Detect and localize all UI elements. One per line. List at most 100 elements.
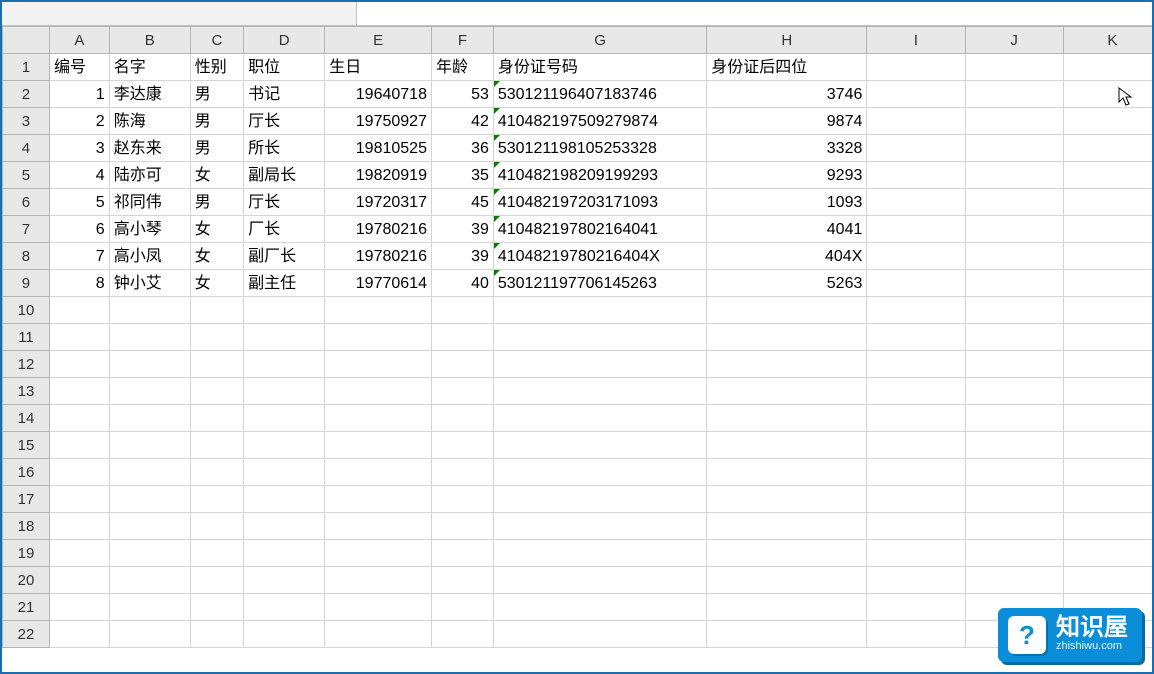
col-header-I[interactable]: I xyxy=(867,27,965,54)
row-header-21[interactable]: 21 xyxy=(3,594,50,621)
cell-A9[interactable]: 8 xyxy=(49,270,109,297)
cell-E21[interactable] xyxy=(325,594,432,621)
cell-F8[interactable]: 39 xyxy=(431,243,493,270)
cell-J5[interactable] xyxy=(965,162,1063,189)
spreadsheet-grid[interactable]: ABCDEFGHIJK1编号名字性别职位生日年龄身份证号码身份证后四位21李达康… xyxy=(2,26,1152,672)
select-all-corner[interactable] xyxy=(3,27,50,54)
row-header-3[interactable]: 3 xyxy=(3,108,50,135)
cell-B15[interactable] xyxy=(109,432,190,459)
cell-C14[interactable] xyxy=(190,405,243,432)
cell-E8[interactable]: 19780216 xyxy=(325,243,432,270)
cell-K19[interactable] xyxy=(1063,540,1152,567)
cell-D21[interactable] xyxy=(244,594,325,621)
cell-D1[interactable]: 职位 xyxy=(244,54,325,81)
cell-B10[interactable] xyxy=(109,297,190,324)
cell-H12[interactable] xyxy=(707,351,867,378)
row-header-13[interactable]: 13 xyxy=(3,378,50,405)
cell-F11[interactable] xyxy=(431,324,493,351)
cell-K6[interactable] xyxy=(1063,189,1152,216)
cell-A4[interactable]: 3 xyxy=(49,135,109,162)
cell-K5[interactable] xyxy=(1063,162,1152,189)
cell-A10[interactable] xyxy=(49,297,109,324)
cell-J1[interactable] xyxy=(965,54,1063,81)
cell-C11[interactable] xyxy=(190,324,243,351)
col-header-E[interactable]: E xyxy=(325,27,432,54)
cell-D11[interactable] xyxy=(244,324,325,351)
cell-I12[interactable] xyxy=(867,351,965,378)
cell-C15[interactable] xyxy=(190,432,243,459)
cell-D7[interactable]: 厂长 xyxy=(244,216,325,243)
cell-D13[interactable] xyxy=(244,378,325,405)
cell-D15[interactable] xyxy=(244,432,325,459)
cell-C4[interactable]: 男 xyxy=(190,135,243,162)
cell-F9[interactable]: 40 xyxy=(431,270,493,297)
cell-D18[interactable] xyxy=(244,513,325,540)
cell-A8[interactable]: 7 xyxy=(49,243,109,270)
cell-J12[interactable] xyxy=(965,351,1063,378)
cell-E4[interactable]: 19810525 xyxy=(325,135,432,162)
cell-D8[interactable]: 副厂长 xyxy=(244,243,325,270)
cell-A18[interactable] xyxy=(49,513,109,540)
cell-D10[interactable] xyxy=(244,297,325,324)
cell-H7[interactable]: 4041 xyxy=(707,216,867,243)
cell-B18[interactable] xyxy=(109,513,190,540)
cell-H17[interactable] xyxy=(707,486,867,513)
cell-J6[interactable] xyxy=(965,189,1063,216)
cell-C17[interactable] xyxy=(190,486,243,513)
cell-D6[interactable]: 厅长 xyxy=(244,189,325,216)
cell-H5[interactable]: 9293 xyxy=(707,162,867,189)
cell-I2[interactable] xyxy=(867,81,965,108)
cell-I10[interactable] xyxy=(867,297,965,324)
cell-I6[interactable] xyxy=(867,189,965,216)
cell-G2[interactable]: 530121196407183746 xyxy=(493,81,706,108)
cell-J8[interactable] xyxy=(965,243,1063,270)
cell-H8[interactable]: 404X xyxy=(707,243,867,270)
cell-K2[interactable] xyxy=(1063,81,1152,108)
cell-B21[interactable] xyxy=(109,594,190,621)
cell-G8[interactable]: 41048219780216404X xyxy=(493,243,706,270)
cell-H1[interactable]: 身份证后四位 xyxy=(707,54,867,81)
cell-C5[interactable]: 女 xyxy=(190,162,243,189)
cell-K7[interactable] xyxy=(1063,216,1152,243)
cell-G16[interactable] xyxy=(493,459,706,486)
cell-F3[interactable]: 42 xyxy=(431,108,493,135)
cell-E11[interactable] xyxy=(325,324,432,351)
cell-G22[interactable] xyxy=(493,621,706,648)
cell-D9[interactable]: 副主任 xyxy=(244,270,325,297)
cell-E10[interactable] xyxy=(325,297,432,324)
cell-K8[interactable] xyxy=(1063,243,1152,270)
cell-G19[interactable] xyxy=(493,540,706,567)
cell-E2[interactable]: 19640718 xyxy=(325,81,432,108)
cell-H9[interactable]: 5263 xyxy=(707,270,867,297)
cell-D22[interactable] xyxy=(244,621,325,648)
cell-K15[interactable] xyxy=(1063,432,1152,459)
cell-E1[interactable]: 生日 xyxy=(325,54,432,81)
cell-I19[interactable] xyxy=(867,540,965,567)
cell-G9[interactable]: 530121197706145263 xyxy=(493,270,706,297)
cell-F14[interactable] xyxy=(431,405,493,432)
cell-H13[interactable] xyxy=(707,378,867,405)
col-header-D[interactable]: D xyxy=(244,27,325,54)
cell-B9[interactable]: 钟小艾 xyxy=(109,270,190,297)
cell-I16[interactable] xyxy=(867,459,965,486)
cell-B13[interactable] xyxy=(109,378,190,405)
cell-B14[interactable] xyxy=(109,405,190,432)
cell-I1[interactable] xyxy=(867,54,965,81)
cell-H18[interactable] xyxy=(707,513,867,540)
cell-J9[interactable] xyxy=(965,270,1063,297)
cell-J18[interactable] xyxy=(965,513,1063,540)
cell-A20[interactable] xyxy=(49,567,109,594)
cell-H14[interactable] xyxy=(707,405,867,432)
cell-G4[interactable]: 530121198105253328 xyxy=(493,135,706,162)
cell-H22[interactable] xyxy=(707,621,867,648)
cell-I5[interactable] xyxy=(867,162,965,189)
cell-G1[interactable]: 身份证号码 xyxy=(493,54,706,81)
cell-F12[interactable] xyxy=(431,351,493,378)
cell-H16[interactable] xyxy=(707,459,867,486)
cell-I14[interactable] xyxy=(867,405,965,432)
col-header-H[interactable]: H xyxy=(707,27,867,54)
cell-G13[interactable] xyxy=(493,378,706,405)
cell-A2[interactable]: 1 xyxy=(49,81,109,108)
cell-C8[interactable]: 女 xyxy=(190,243,243,270)
cell-E5[interactable]: 19820919 xyxy=(325,162,432,189)
